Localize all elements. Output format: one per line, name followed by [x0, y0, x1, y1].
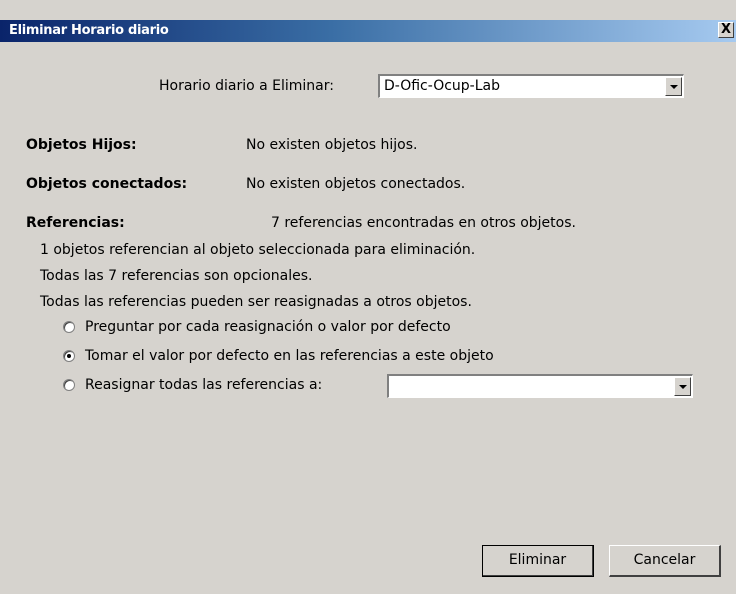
references-line-2: Todas las 7 referencias son opcionales. — [40, 268, 313, 284]
delete-button[interactable]: Eliminar — [482, 545, 594, 577]
close-icon[interactable]: X — [718, 22, 734, 38]
references-line-3: Todas las referencias pueden ser reasign… — [40, 294, 472, 310]
connected-label: Objetos conectados: — [26, 176, 188, 192]
dialog-title: Eliminar Horario diario — [9, 23, 169, 38]
reassign-target-select[interactable] — [387, 374, 693, 398]
schedule-select-value: D-Ofic-Ocup-Lab — [384, 78, 500, 94]
title-bar[interactable]: Eliminar Horario diario X — [0, 20, 736, 42]
cancel-button[interactable]: Cancelar — [609, 545, 721, 577]
radio-use-default-label[interactable]: Tomar el valor por defecto en las refere… — [85, 348, 494, 364]
children-label: Objetos Hijos: — [26, 137, 137, 153]
connected-value: No existen objetos conectados. — [246, 176, 466, 192]
radio-reassign-all-label[interactable]: Reasignar todas las referencias a: — [85, 377, 322, 393]
radio-ask-each-label[interactable]: Preguntar por cada reasignación o valor … — [85, 319, 451, 335]
radio-ask-each[interactable] — [63, 321, 75, 333]
references-line-1: 1 objetos referencian al objeto seleccio… — [40, 242, 476, 258]
chevron-down-icon[interactable] — [674, 377, 691, 396]
selector-label: Horario diario a Eliminar: — [159, 78, 334, 94]
chevron-down-icon[interactable] — [665, 77, 682, 96]
radio-reassign-all[interactable] — [63, 379, 75, 391]
radio-use-default[interactable] — [63, 350, 75, 362]
children-value: No existen objetos hijos. — [246, 137, 418, 153]
delete-dialog: Eliminar Horario diario X Horario diario… — [0, 0, 736, 594]
references-value: 7 referencias encontradas en otros objet… — [271, 215, 576, 231]
schedule-select[interactable]: D-Ofic-Ocup-Lab — [378, 74, 684, 98]
references-label: Referencias: — [26, 215, 125, 231]
